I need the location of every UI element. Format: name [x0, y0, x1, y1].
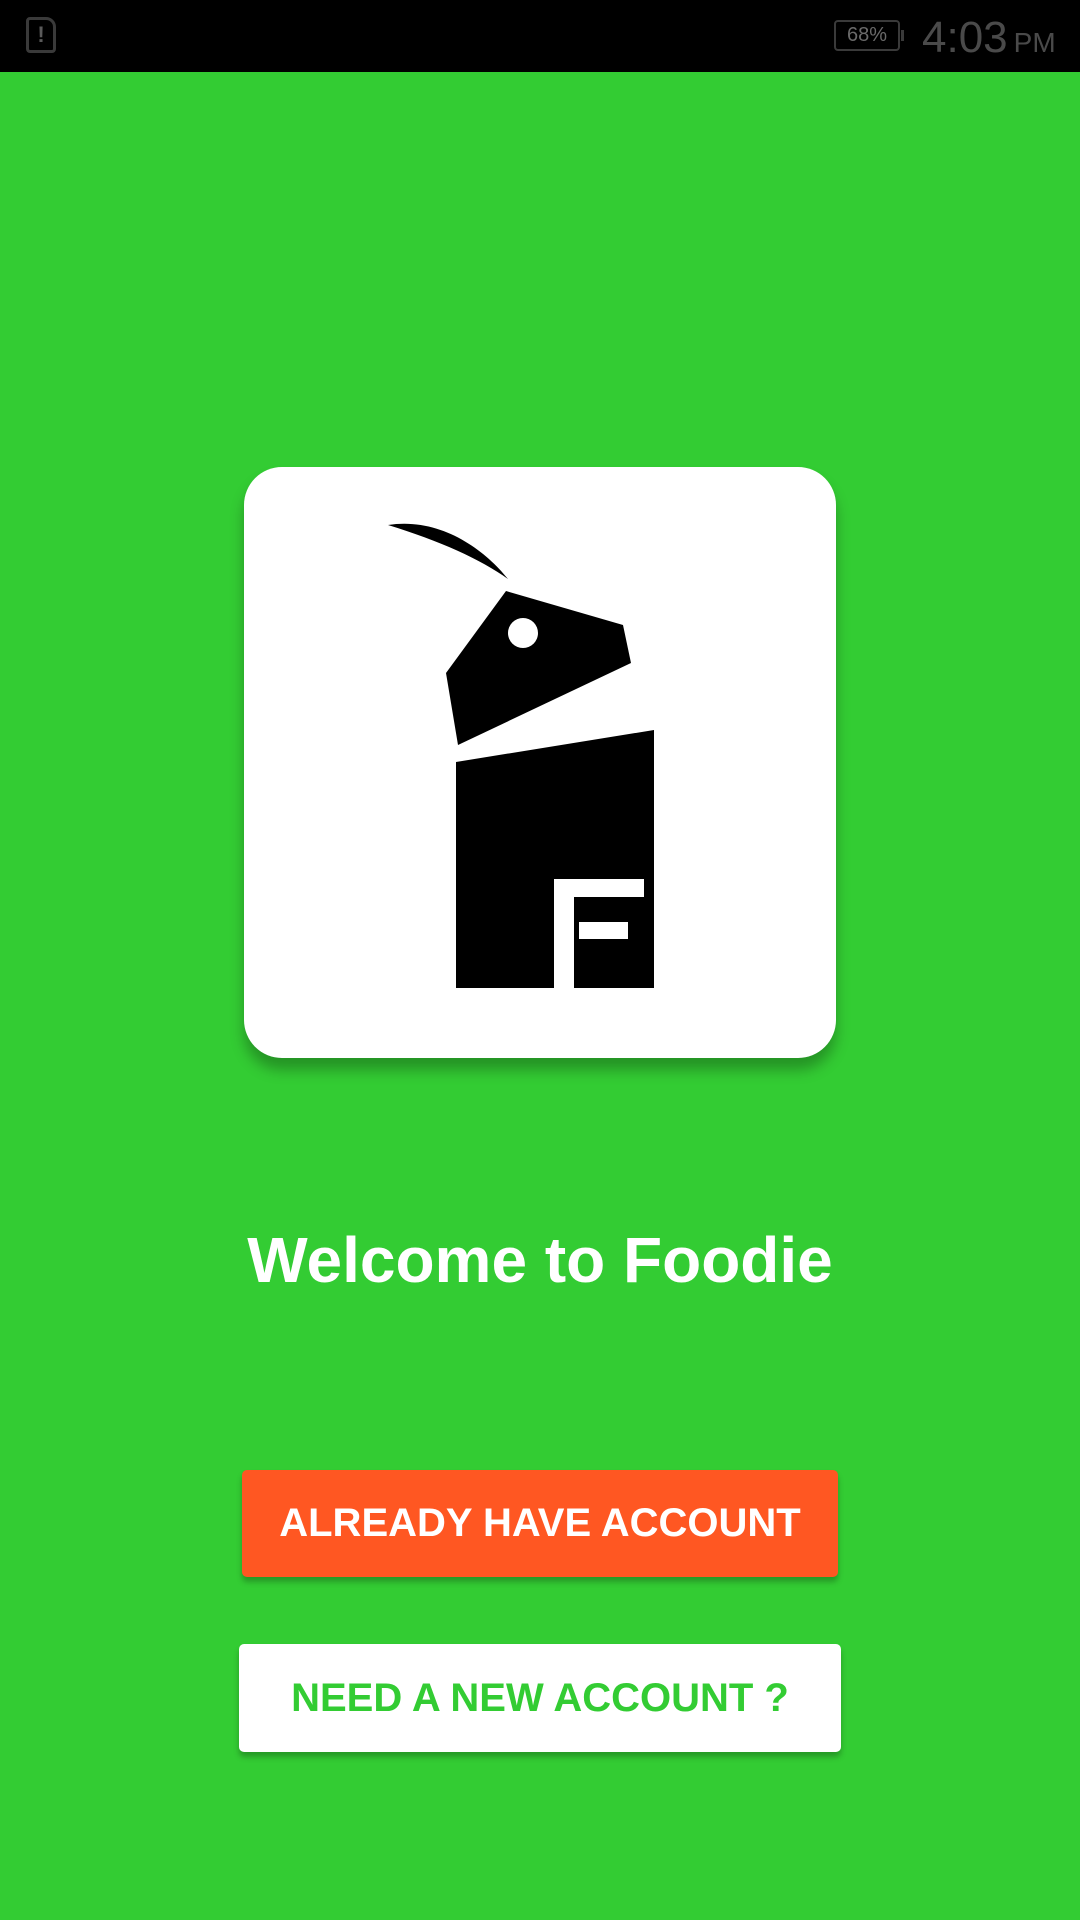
status-bar: ! 68% 4:03 PM — [0, 0, 1080, 72]
already-have-account-button[interactable]: ALREADY HAVE ACCOUNT — [242, 1470, 838, 1577]
welcome-title: Welcome to Foodie — [247, 1224, 833, 1296]
need-new-account-button[interactable]: NEED A NEW ACCOUNT ? — [239, 1644, 841, 1752]
battery-level: 68% — [846, 24, 888, 46]
battery-icon: 68% — [834, 20, 904, 51]
app-logo — [244, 467, 836, 1058]
sim-alert-icon: ! — [26, 17, 56, 53]
clock: 4:03 PM — [922, 8, 1056, 68]
clock-time: 4:03 — [922, 13, 1008, 62]
clock-ampm: PM — [1013, 27, 1056, 58]
goat-logo-icon — [388, 523, 654, 988]
